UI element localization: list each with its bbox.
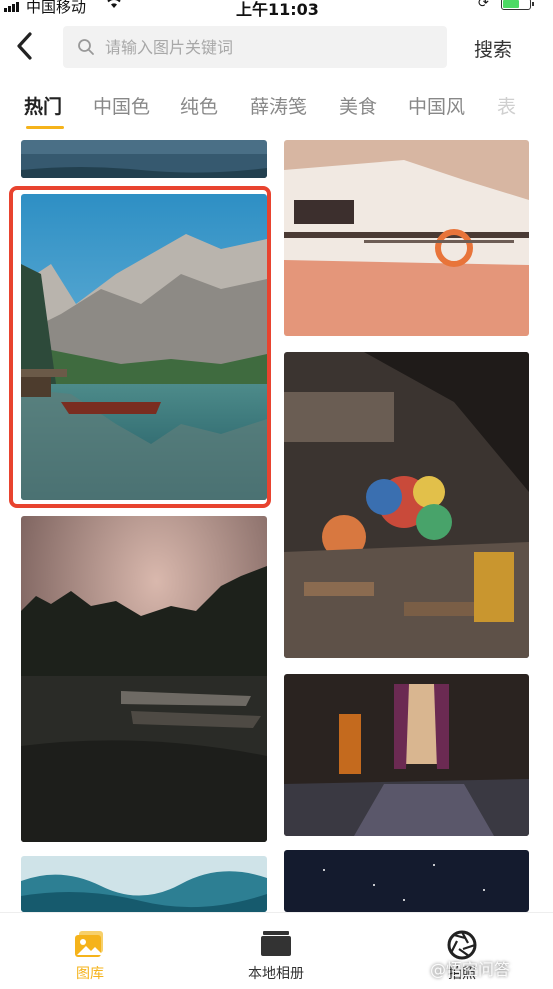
top-bar: 搜索 bbox=[0, 18, 553, 78]
image-card-white-boat[interactable] bbox=[284, 140, 529, 336]
white-boat-image bbox=[284, 140, 529, 336]
nav-gallery-label: 图库 bbox=[76, 966, 104, 982]
floating-market-image bbox=[284, 352, 529, 658]
image-card-floating-market[interactable] bbox=[284, 352, 529, 658]
nav-gallery[interactable]: 图库 bbox=[0, 913, 180, 989]
cloudy-lake-image bbox=[21, 516, 267, 842]
battery-icon bbox=[501, 0, 534, 10]
rotation-lock-icon: ⟳ bbox=[478, 0, 489, 11]
lake-shore-image bbox=[21, 140, 267, 178]
starry-sky-image bbox=[284, 850, 529, 912]
gallery-icon bbox=[75, 931, 103, 957]
image-card-starry-sky[interactable] bbox=[284, 850, 529, 912]
tab-solid-colors[interactable]: 纯色 bbox=[180, 92, 218, 119]
ocean-wave-image bbox=[21, 856, 267, 912]
nav-camera-label: 拍照 bbox=[448, 966, 476, 982]
image-card-cloudy-lake[interactable] bbox=[21, 516, 267, 842]
image-card-ocean-wave[interactable] bbox=[21, 856, 267, 912]
chevron-left-icon bbox=[17, 32, 32, 60]
active-tab-indicator bbox=[26, 126, 64, 129]
image-card-dark-room[interactable] bbox=[284, 674, 529, 836]
tab-chinese-style[interactable]: 中国风 bbox=[408, 92, 465, 119]
image-card-mountain-lake[interactable] bbox=[21, 194, 267, 500]
tab-xuetao-paper[interactable]: 薛涛笺 bbox=[250, 92, 307, 119]
search-box[interactable] bbox=[63, 26, 447, 68]
wifi-icon bbox=[107, 0, 121, 8]
search-button[interactable]: 搜索 bbox=[474, 35, 512, 62]
category-tabs: 热门 中国色 纯色 薛涛笺 美食 中国风 表 bbox=[0, 82, 553, 134]
search-icon bbox=[78, 39, 94, 55]
signal-icon bbox=[4, 0, 19, 12]
image-card-lake-shore[interactable] bbox=[21, 140, 267, 178]
bottom-nav: 图库 本地相册 拍照 bbox=[0, 912, 553, 989]
nav-camera[interactable]: 拍照 bbox=[372, 913, 552, 989]
clock: 上午11:03 bbox=[236, 0, 319, 19]
folder-icon bbox=[261, 931, 291, 956]
nav-local-album-label: 本地相册 bbox=[248, 966, 304, 982]
tab-overflow[interactable]: 表 bbox=[497, 92, 516, 119]
tab-chinese-colors[interactable]: 中国色 bbox=[93, 92, 150, 119]
dark-room-image bbox=[284, 674, 529, 836]
status-bar: 中国移动 上午11:03 ⟳ bbox=[0, 0, 553, 19]
mountain-lake-image bbox=[21, 194, 267, 500]
tab-food[interactable]: 美食 bbox=[339, 92, 377, 119]
carrier-label: 中国移动 bbox=[26, 0, 87, 16]
search-input[interactable] bbox=[103, 36, 427, 58]
camera-shutter-icon bbox=[447, 930, 477, 960]
image-grid bbox=[0, 140, 553, 912]
tab-hot[interactable]: 热门 bbox=[24, 92, 62, 119]
nav-local-album[interactable]: 本地相册 bbox=[186, 913, 366, 989]
back-button[interactable] bbox=[8, 28, 40, 64]
